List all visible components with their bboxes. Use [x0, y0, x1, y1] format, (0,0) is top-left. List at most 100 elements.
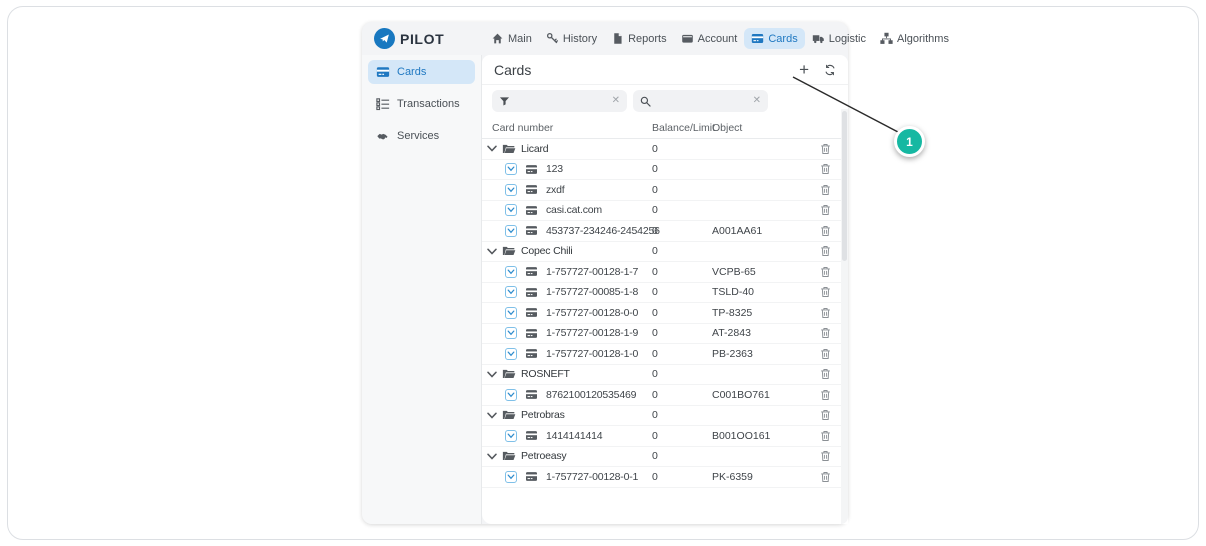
delete-icon[interactable] — [820, 204, 831, 216]
card-row[interactable]: 1-757727-00085-1-8 0 TSLD-40 — [482, 283, 848, 304]
sidebar-item-label: Cards — [397, 66, 426, 78]
delete-icon[interactable] — [820, 245, 831, 257]
hierarchy-icon — [880, 32, 893, 45]
group-name: ROSNEFT — [521, 368, 570, 380]
card-expand-toggle-icon[interactable] — [505, 184, 517, 196]
balance-value: 0 — [652, 450, 712, 462]
card-row[interactable]: 1-757727-00128-1-9 0 AT-2843 — [482, 324, 848, 345]
object-value: AT-2843 — [712, 327, 812, 339]
delete-icon[interactable] — [820, 163, 831, 175]
vertical-scrollbar[interactable] — [841, 109, 848, 524]
group-collapse-chevron-icon[interactable] — [487, 144, 497, 153]
delete-icon[interactable] — [820, 368, 831, 380]
sidebar-item-cards[interactable]: Cards — [368, 60, 475, 84]
panel-header: Cards + — [482, 55, 848, 85]
delete-icon[interactable] — [820, 266, 831, 278]
handshake-icon — [376, 129, 390, 143]
card-expand-toggle-icon[interactable] — [505, 471, 517, 483]
balance-value: 0 — [652, 143, 712, 155]
balance-value: 0 — [652, 266, 712, 278]
nav-item-main[interactable]: Main — [484, 28, 539, 49]
card-row[interactable]: 1-757727-00128-1-7 0 VCPB-65 — [482, 262, 848, 283]
card-expand-toggle-icon[interactable] — [505, 225, 517, 237]
balance-value: 0 — [652, 409, 712, 421]
card-number: zxdf — [546, 184, 564, 196]
app-header: PILOT Main History Reports Account Cards… — [362, 22, 848, 55]
refresh-icon[interactable] — [824, 64, 836, 76]
nav-item-reports[interactable]: Reports — [604, 28, 674, 49]
group-row[interactable]: Petrobras 0 — [482, 406, 848, 427]
filter-input-box[interactable]: ✕ — [492, 90, 627, 112]
delete-icon[interactable] — [820, 184, 831, 196]
card-expand-toggle-icon[interactable] — [505, 430, 517, 442]
filter-clear-icon[interactable]: ✕ — [612, 96, 620, 106]
card-row[interactable]: 1-757727-00128-0-1 0 PK-6359 — [482, 467, 848, 488]
balance-value: 0 — [652, 327, 712, 339]
group-row[interactable]: Petroeasy 0 — [482, 447, 848, 468]
group-row[interactable]: Licard 0 — [482, 139, 848, 160]
delete-icon[interactable] — [820, 286, 831, 298]
pilot-logo-text: PILOT — [400, 31, 444, 47]
delete-icon[interactable] — [820, 348, 831, 360]
nav-item-logistic[interactable]: Logistic — [805, 28, 873, 49]
card-expand-toggle-icon[interactable] — [505, 266, 517, 278]
delete-icon[interactable] — [820, 409, 831, 421]
search-input[interactable] — [656, 95, 748, 107]
panel-actions: + — [799, 63, 836, 77]
nav-item-account[interactable]: Account — [674, 28, 745, 49]
card-row[interactable]: 1-757727-00128-0-0 0 TP-8325 — [482, 303, 848, 324]
card-row[interactable]: 123 0 — [482, 160, 848, 181]
group-collapse-chevron-icon[interactable] — [487, 247, 497, 256]
sidebar-item-transactions[interactable]: Transactions — [368, 92, 475, 116]
pilot-logo[interactable]: PILOT — [374, 28, 470, 49]
group-collapse-chevron-icon[interactable] — [487, 452, 497, 461]
delete-icon[interactable] — [820, 450, 831, 462]
card-expand-toggle-icon[interactable] — [505, 204, 517, 216]
scrollbar-thumb[interactable] — [842, 111, 847, 261]
card-row[interactable]: casi.cat.com 0 — [482, 201, 848, 222]
column-header-object[interactable]: Object — [712, 122, 812, 134]
delete-icon[interactable] — [820, 389, 831, 401]
delete-icon[interactable] — [820, 307, 831, 319]
card-row[interactable]: 1-757727-00128-1-0 0 PB-2363 — [482, 344, 848, 365]
sidebar-item-label: Transactions — [397, 98, 460, 110]
card-expand-toggle-icon[interactable] — [505, 389, 517, 401]
balance-value: 0 — [652, 204, 712, 216]
card-row[interactable]: 8762100120535469 0 C001BO761 — [482, 385, 848, 406]
group-collapse-chevron-icon[interactable] — [487, 411, 497, 420]
card-expand-toggle-icon[interactable] — [505, 327, 517, 339]
card-row[interactable]: 1414141414 0 B001OO161 — [482, 426, 848, 447]
column-header-card-number[interactable]: Card number — [482, 122, 652, 134]
card-expand-toggle-icon[interactable] — [505, 286, 517, 298]
sidebar-item-services[interactable]: Services — [368, 124, 475, 148]
card-expand-toggle-icon[interactable] — [505, 307, 517, 319]
search-clear-icon[interactable]: ✕ — [753, 96, 761, 106]
card-expand-toggle-icon[interactable] — [505, 163, 517, 175]
card-row[interactable]: 453737-234246-2454256 0 A001AA61 — [482, 221, 848, 242]
group-row[interactable]: Copec Chili 0 — [482, 242, 848, 263]
nav-item-algorithms[interactable]: Algorithms — [873, 28, 956, 49]
search-input-box[interactable]: ✕ — [633, 90, 768, 112]
delete-icon[interactable] — [820, 327, 831, 339]
add-card-button[interactable]: + — [799, 63, 809, 77]
folder-open-icon — [502, 409, 516, 421]
nav-item-history[interactable]: History — [539, 28, 604, 49]
group-row[interactable]: ROSNEFT 0 — [482, 365, 848, 386]
filter-input[interactable] — [515, 95, 607, 107]
object-value: C001BO761 — [712, 389, 812, 401]
delete-icon[interactable] — [820, 225, 831, 237]
folder-open-icon — [502, 245, 516, 257]
nav-item-cards[interactable]: Cards — [744, 28, 804, 49]
annotation-badge-1: 1 — [894, 126, 925, 157]
card-row[interactable]: zxdf 0 — [482, 180, 848, 201]
group-collapse-chevron-icon[interactable] — [487, 370, 497, 379]
delete-icon[interactable] — [820, 471, 831, 483]
delete-icon[interactable] — [820, 143, 831, 155]
object-value: A001AA61 — [712, 225, 812, 237]
credit-card-icon — [525, 348, 538, 359]
pilot-logo-icon — [374, 28, 395, 49]
nav-item-label: Cards — [768, 33, 797, 45]
card-expand-toggle-icon[interactable] — [505, 348, 517, 360]
delete-icon[interactable] — [820, 430, 831, 442]
column-header-balance-limit[interactable]: Balance/Limit — [652, 122, 712, 134]
